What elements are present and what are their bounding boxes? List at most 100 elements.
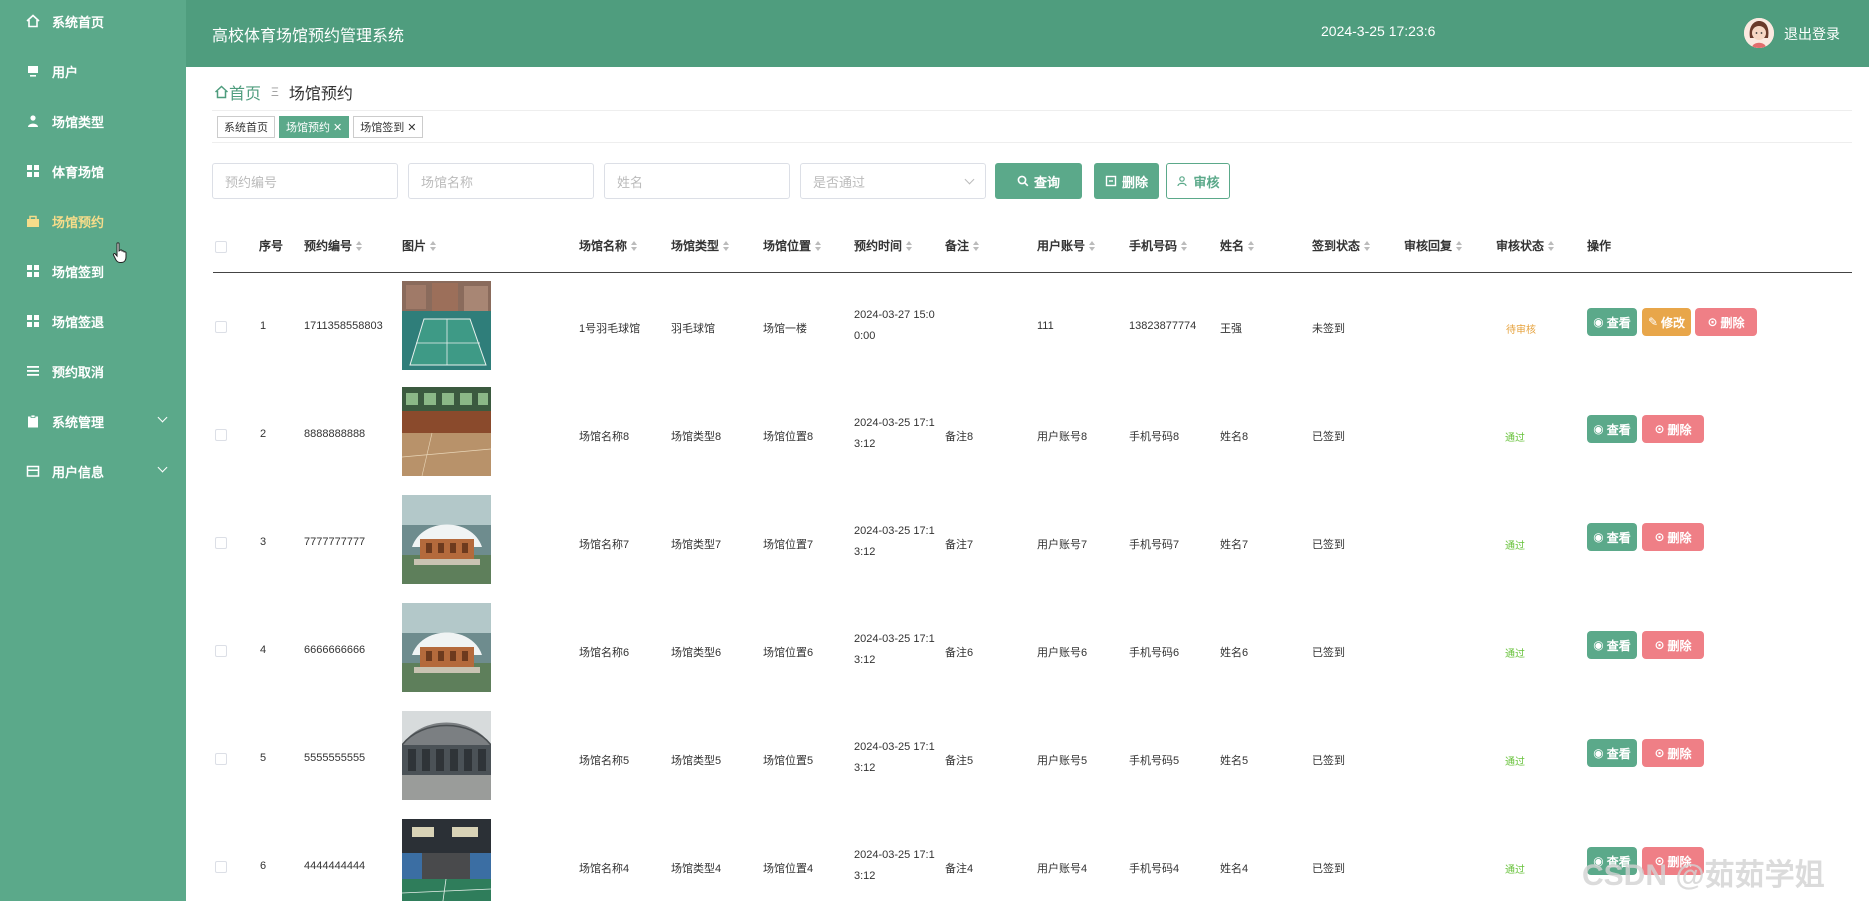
status-badge: 通过: [1505, 865, 1525, 876]
sort-icon[interactable]: [1364, 240, 1371, 251]
breadcrumb-home[interactable]: 首页: [214, 80, 261, 104]
col-header-status[interactable]: 审核状态: [1496, 237, 1555, 254]
edit-button[interactable]: ✎ 修改: [1642, 308, 1691, 336]
eye-icon: ◉: [1593, 638, 1604, 652]
col-header-time[interactable]: 预约时间: [854, 237, 913, 254]
col-header-name[interactable]: 姓名: [1220, 237, 1255, 254]
sort-icon[interactable]: [1181, 240, 1188, 251]
cell-venue: 场馆名称8: [579, 431, 630, 443]
sort-icon[interactable]: [723, 240, 730, 251]
venue-image[interactable]: [402, 819, 491, 901]
view-button[interactable]: ◉ 查看: [1587, 415, 1637, 443]
row-checkbox[interactable]: [215, 753, 227, 765]
view-button[interactable]: ◉ 查看: [1587, 308, 1637, 336]
sort-icon[interactable]: [631, 240, 638, 251]
booking-no-input[interactable]: 预约编号: [212, 163, 398, 199]
table-row[interactable]: 5 5555555555 场馆名称5 场馆类型5 场馆位置5 2024-03-2…: [0, 705, 1869, 813]
cell-phone: 手机号码5: [1129, 755, 1180, 767]
row-checkbox[interactable]: [215, 645, 227, 657]
col-header-phone[interactable]: 手机号码: [1129, 237, 1188, 254]
cell-checkin: 已签到: [1312, 539, 1345, 551]
col-header-reply[interactable]: 审核回复: [1404, 237, 1463, 254]
delete-button[interactable]: ⊙ 删除: [1642, 631, 1704, 659]
sort-icon[interactable]: [1089, 240, 1096, 251]
delete-icon: ⊙: [1654, 638, 1665, 652]
col-header-checkin[interactable]: 签到状态: [1312, 237, 1371, 254]
close-icon[interactable]: ✕: [333, 121, 342, 134]
tab-checkin[interactable]: 场馆签到 ✕: [353, 116, 424, 138]
sidebar-item-venues[interactable]: 体育场馆: [0, 146, 186, 196]
sidebar-item-venue-type[interactable]: 场馆类型: [0, 96, 186, 146]
table-row[interactable]: 3 7777777777 场馆名称7 场馆类型7 场馆位置7 2024-03-2…: [0, 489, 1869, 597]
venue-image[interactable]: [402, 387, 491, 476]
logout-link[interactable]: 退出登录: [1784, 24, 1840, 44]
venue-image[interactable]: [402, 711, 491, 800]
venue-name-input[interactable]: 场馆名称: [408, 163, 594, 199]
table-row[interactable]: 4 6666666666 场馆名称6 场馆类型6 场馆位置6 2024-03-2…: [0, 597, 1869, 705]
sort-icon[interactable]: [973, 240, 980, 251]
cell-type: 场馆类型6: [671, 647, 722, 659]
col-header-image[interactable]: 图片: [402, 237, 437, 254]
cell-venue: 场馆名称4: [579, 863, 630, 875]
venue-image[interactable]: [402, 495, 491, 584]
batch-delete-button[interactable]: 删除: [1094, 163, 1159, 199]
cell-account: 用户账号5: [1037, 755, 1088, 767]
delete-button[interactable]: ⊙ 删除: [1642, 739, 1704, 767]
col-header-booking-no[interactable]: 预约编号: [304, 237, 363, 254]
review-button[interactable]: 审核: [1166, 163, 1230, 199]
table-row[interactable]: 2 8888888888 场馆名称8 场馆类型8 场馆位置8 2024-03-2…: [0, 381, 1869, 489]
table-row[interactable]: 1 1711358558803 1号羽毛球馆 羽毛球馆 场馆一楼 2024-03…: [0, 273, 1869, 381]
col-header-label: 姓名: [1220, 239, 1245, 253]
col-header-remark[interactable]: 备注: [945, 237, 980, 254]
col-header-type[interactable]: 场馆类型: [671, 237, 730, 254]
sort-icon[interactable]: [356, 240, 363, 251]
col-header-label: 审核回复: [1404, 239, 1453, 253]
cell-time: 2024-03-27 15:00:00: [854, 309, 935, 342]
status-badge: 通过: [1505, 649, 1525, 660]
delete-label: 删除: [1720, 315, 1745, 330]
approved-select[interactable]: 是否通过: [800, 163, 986, 199]
select-all-checkbox[interactable]: [215, 241, 227, 253]
avatar[interactable]: [1744, 18, 1774, 48]
cell-phone: 13823877774: [1129, 320, 1197, 332]
view-button[interactable]: ◉ 查看: [1587, 523, 1637, 551]
sort-icon[interactable]: [815, 240, 822, 251]
delete-button[interactable]: ⊙ 删除: [1642, 415, 1704, 443]
delete-button[interactable]: ⊙ 删除: [1695, 308, 1757, 336]
app-title: 高校体育场馆预约管理系统: [212, 28, 405, 45]
row-checkbox[interactable]: [215, 321, 227, 333]
sidebar-item-users[interactable]: 用户: [0, 46, 186, 96]
view-button[interactable]: ◉ 查看: [1587, 631, 1637, 659]
cell-remark: 备注6: [945, 647, 974, 659]
sort-icon[interactable]: [430, 240, 437, 251]
cell-venue: 场馆名称6: [579, 647, 630, 659]
row-checkbox[interactable]: [215, 861, 227, 873]
venue-image[interactable]: [402, 603, 491, 692]
sidebar-item-booking[interactable]: 场馆预约: [0, 196, 186, 246]
view-button[interactable]: ◉ 查看: [1587, 739, 1637, 767]
sort-icon[interactable]: [1548, 240, 1555, 251]
col-header-venue[interactable]: 场馆名称: [579, 237, 638, 254]
col-header-account[interactable]: 用户账号: [1037, 237, 1096, 254]
close-icon[interactable]: ✕: [407, 121, 416, 134]
delete-button[interactable]: ⊙ 删除: [1642, 523, 1704, 551]
col-header-label: 图片: [402, 239, 427, 253]
delete-icon: ⊙: [1707, 315, 1718, 329]
venue-image[interactable]: [402, 281, 491, 370]
row-checkbox[interactable]: [215, 429, 227, 441]
delete-icon: [1105, 175, 1117, 187]
col-header-label: 场馆类型: [671, 239, 720, 253]
sort-icon[interactable]: [1456, 240, 1463, 251]
sort-icon[interactable]: [906, 240, 913, 251]
cell-account: 111: [1037, 320, 1054, 332]
sidebar-item-home[interactable]: 系统首页: [0, 0, 186, 46]
cell-index: 1: [260, 320, 267, 332]
sort-icon[interactable]: [1248, 240, 1255, 251]
col-header-location[interactable]: 场馆位置: [763, 237, 822, 254]
name-input[interactable]: 姓名: [604, 163, 790, 199]
row-checkbox[interactable]: [215, 537, 227, 549]
batch-delete-label: 删除: [1121, 174, 1148, 190]
query-button[interactable]: 查询: [995, 163, 1082, 199]
tab-home[interactable]: 系统首页: [217, 116, 275, 138]
tab-booking[interactable]: 场馆预约 ✕: [279, 116, 350, 138]
